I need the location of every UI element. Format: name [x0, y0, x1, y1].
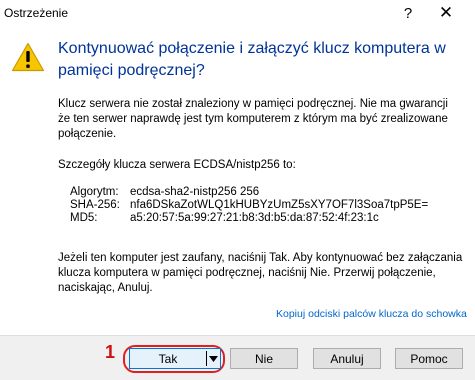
pomoc-button[interactable]: Pomoc: [395, 348, 463, 369]
message-paragraph-2: Szczegóły klucza serwera ECDSA/nistp256 …: [58, 159, 296, 171]
key-detail-label: SHA-256:: [70, 199, 120, 211]
key-details: Algorytm: ecdsa-sha2-nistp256 256 SHA-25…: [58, 186, 428, 225]
key-detail-row: MD5: a5:20:57:5a:99:27:21:b8:3d:b5:da:87…: [58, 212, 428, 225]
key-detail-label: MD5:: [70, 212, 98, 224]
key-detail-value: a5:20:57:5a:99:27:21:b8:3d:b5:da:87:52:4…: [130, 212, 379, 224]
tak-button[interactable]: Tak: [130, 349, 206, 368]
dropdown-arrow-icon[interactable]: [207, 349, 220, 368]
key-detail-value: ecdsa-sha2-nistp256 256: [130, 186, 260, 198]
dialog-heading: Kontynuować połączenie i załączyć klucz …: [58, 40, 446, 79]
key-detail-row: SHA-256: nfa6DSkaZotWLQ1kHUBYzUmZ5sXY7OF…: [58, 199, 428, 212]
nie-button[interactable]: Nie: [230, 348, 298, 369]
help-button[interactable]: ?: [393, 2, 423, 24]
close-button[interactable]: ✕: [431, 2, 461, 24]
key-detail-value: nfa6DSkaZotWLQ1kHUBYzUmZ5sXY7OF7l3Soa7tp…: [130, 199, 429, 211]
warning-dialog: Ostrzeżenie ? ✕ Kontynuować połączenie i…: [0, 0, 475, 380]
warning-icon: [11, 42, 45, 72]
key-detail-label: Algorytm:: [70, 186, 119, 198]
key-detail-row: Algorytm: ecdsa-sha2-nistp256 256: [58, 186, 428, 199]
copy-fingerprints-link[interactable]: Kopiuj odciski palców klucza do schowka: [276, 308, 467, 320]
tak-split-button[interactable]: Tak: [129, 348, 221, 369]
anuluj-button[interactable]: Anuluj: [313, 348, 381, 369]
annotation-number: 1: [105, 342, 116, 362]
window-title: Ostrzeżenie: [4, 6, 69, 20]
message-paragraph-1: Klucz serwera nie został znaleziony w pa…: [58, 98, 448, 140]
title-bar: Ostrzeżenie ? ✕: [0, 0, 475, 26]
message-paragraph-3: Jeżeli ten komputer jest zaufany, naciśn…: [58, 252, 463, 294]
